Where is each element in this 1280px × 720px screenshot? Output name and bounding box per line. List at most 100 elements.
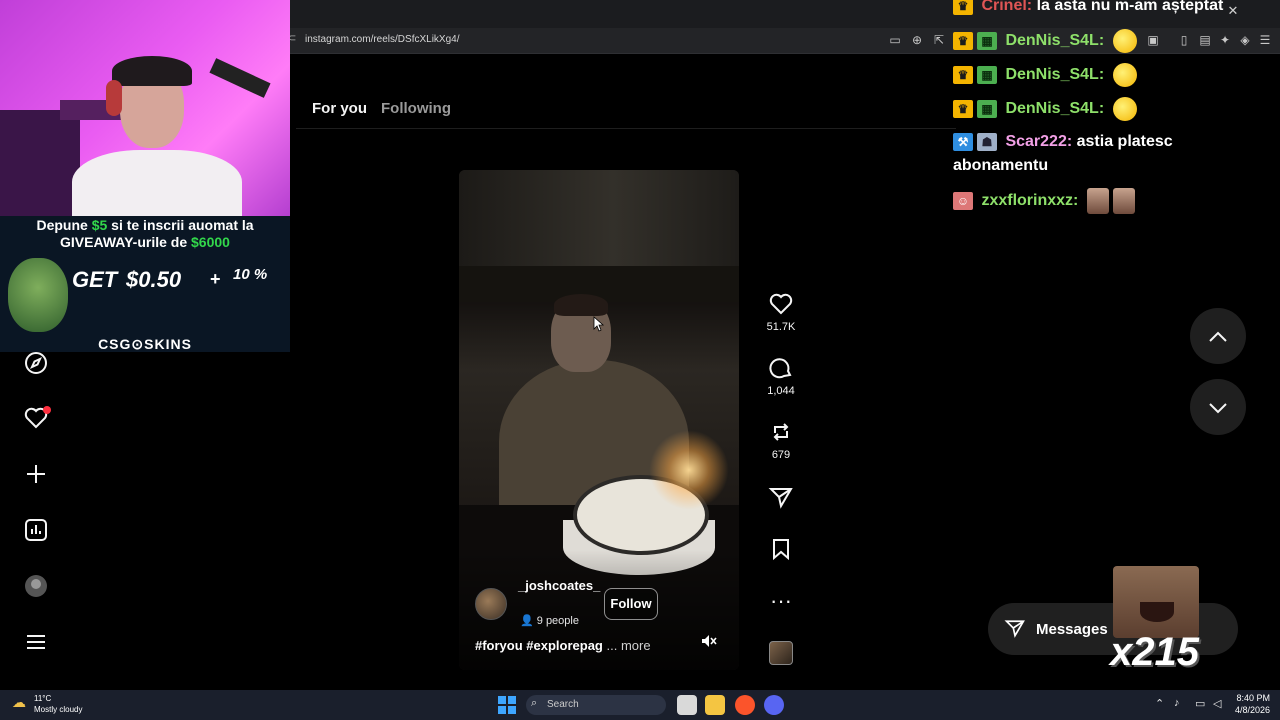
- brave-browser-icon[interactable]: [735, 695, 755, 715]
- muted-speaker-icon[interactable]: [699, 632, 719, 652]
- comment-count: 1,044: [767, 385, 795, 397]
- dashboard-icon[interactable]: [22, 517, 50, 545]
- promo-brand-logo: CSG⊙SKINS: [98, 336, 192, 352]
- more-dots-icon[interactable]: ···: [761, 588, 801, 614]
- reel-user-avatar[interactable]: [475, 588, 507, 620]
- picture-in-picture-icon[interactable]: ▭: [887, 33, 903, 47]
- gift-badge-icon: ▦: [977, 32, 997, 50]
- chevron-down-icon: [1209, 403, 1227, 414]
- follow-button[interactable]: Follow: [604, 588, 658, 620]
- chat-username: DenNis_S4L:: [1005, 32, 1105, 50]
- tab-following[interactable]: Following: [381, 100, 451, 117]
- repost-icon[interactable]: [761, 419, 801, 445]
- screen: ✕ ⊂ instagram.com/reels/DSfcXLikXg4/ ▭ ⊕…: [0, 0, 1280, 720]
- promo-line-2: GIVEAWAY-urile de $6000: [0, 234, 290, 250]
- robot-badge-icon: ☗: [977, 133, 997, 151]
- repost-action[interactable]: 679: [761, 419, 801, 461]
- file-explorer-icon[interactable]: [705, 695, 725, 715]
- reel-caption[interactable]: #foryou #explorepag ... more: [475, 638, 651, 653]
- task-view-icon[interactable]: [677, 695, 697, 715]
- windows-start-icon[interactable]: [498, 696, 516, 714]
- speaker-icon[interactable]: ◁: [1213, 697, 1221, 710]
- emote-combo-counter: x215: [1110, 630, 1199, 674]
- webcam-streamer-cap: [112, 56, 192, 86]
- more-menu-icon[interactable]: [22, 629, 50, 657]
- messages-send-icon[interactable]: [1004, 617, 1026, 645]
- avatar-badge-icon: ☺: [953, 192, 973, 210]
- webcam-streamer-body: [72, 150, 242, 216]
- heart-icon[interactable]: [761, 291, 801, 317]
- chat-text: la asta nu m-am așteptat: [1036, 0, 1224, 15]
- messages-label[interactable]: Messages: [1036, 621, 1108, 638]
- emote-icon: [1112, 97, 1137, 121]
- tray-chevron-icon[interactable]: ⌃: [1155, 697, 1164, 710]
- mouse-cursor-icon: [593, 316, 605, 332]
- chat-username: DenNis_S4L:: [1005, 66, 1105, 84]
- promo-amount: $0.50: [126, 267, 182, 292]
- crown-badge-icon: ♛: [953, 66, 973, 84]
- save-action[interactable]: [761, 536, 801, 562]
- comment-action[interactable]: 1,044: [761, 355, 801, 397]
- caption-more-link[interactable]: ... more: [607, 638, 651, 653]
- like-action[interactable]: 51.7K: [761, 291, 801, 333]
- hammer-badge-icon: ⚒: [953, 133, 973, 151]
- search-icon[interactable]: ⌕: [531, 697, 537, 710]
- repost-count: 679: [771, 449, 791, 461]
- gift-badge-icon: ▦: [977, 66, 997, 84]
- chat-text: astia platesc: [1076, 133, 1173, 151]
- network-icon[interactable]: ▭: [1195, 697, 1205, 710]
- notification-dot: [43, 406, 51, 414]
- previous-reel-button[interactable]: [1190, 308, 1246, 364]
- tab-for-you[interactable]: For you: [312, 100, 367, 117]
- explore-icon[interactable]: [22, 350, 50, 378]
- more-options-action[interactable]: ···: [761, 588, 801, 614]
- tab-divider: [296, 128, 956, 129]
- taskbar-time[interactable]: 8:40 PM: [1232, 693, 1270, 703]
- gift-badge-icon: ▦: [977, 100, 997, 118]
- url-text[interactable]: instagram.com/reels/DSfcXLikXg4/: [305, 34, 460, 45]
- volume-icon[interactable]: ♪: [1174, 697, 1180, 709]
- chat-message: ♛ ▦ DenNis_S4L:: [953, 97, 1137, 121]
- crown-badge-icon: ♛: [953, 0, 973, 15]
- share-icon[interactable]: ⇱: [931, 33, 947, 47]
- discord-icon[interactable]: [764, 695, 784, 715]
- meme-mouth: [1140, 602, 1174, 622]
- chat-message-continued: abonamentu: [953, 157, 1049, 174]
- profile-avatar[interactable]: [22, 573, 50, 601]
- streamer-webcam: [0, 0, 290, 216]
- reel-video[interactable]: _joshcoates_ 👤 9 people Follow #foryou #…: [459, 170, 739, 670]
- chat-message: ♛ Crinel: la asta nu m-am așteptat: [953, 0, 1223, 15]
- next-reel-button[interactable]: [1190, 379, 1246, 435]
- chat-message: ⚒ ☗ Scar222: astia platesc: [953, 133, 1173, 151]
- crown-badge-icon: ♛: [953, 100, 973, 118]
- like-count: 51.7K: [766, 321, 796, 333]
- audio-thumbnail[interactable]: [769, 641, 793, 665]
- weather-temperature[interactable]: 11°C: [34, 694, 51, 703]
- weather-condition[interactable]: Mostly cloudy: [34, 705, 82, 714]
- chat-message: ♛ ▦ DenNis_S4L:: [953, 63, 1137, 87]
- video-candle-glow: [649, 430, 729, 510]
- chevron-up-icon: [1209, 331, 1227, 342]
- taskbar-date[interactable]: 4/8/2026: [1228, 705, 1270, 715]
- taskbar-search-label[interactable]: Search: [547, 699, 579, 710]
- chat-message: ☺ zxxflorinxxz:: [953, 188, 1135, 214]
- create-plus-icon[interactable]: [22, 461, 50, 489]
- weather-cloud-icon[interactable]: ☁: [12, 694, 26, 711]
- promo-line-1: Depune $5 si te inscrii auomat la: [0, 217, 290, 233]
- emote-face-icon: [1086, 188, 1109, 214]
- comment-icon[interactable]: [761, 355, 801, 381]
- share-action[interactable]: [761, 484, 801, 510]
- promo-bonus: 10 %: [233, 266, 268, 283]
- bookmark-icon[interactable]: [761, 536, 801, 562]
- emote-icon: [1112, 63, 1137, 87]
- promo-line-2-amount: $6000: [191, 234, 230, 250]
- promo-get: GET: [72, 267, 118, 292]
- chat-message: ♛ ▦ DenNis_S4L:: [953, 29, 1137, 53]
- webcam-mic-arm: [209, 58, 271, 98]
- zoom-icon[interactable]: ⊕: [909, 33, 925, 47]
- chat-username: Scar222:: [1005, 133, 1073, 151]
- stream-chat-overlay: ♛ Crinel: la asta nu m-am așteptat ♛ ▦ De…: [953, 0, 1280, 215]
- send-icon[interactable]: [761, 484, 801, 510]
- promo-line-1-post: si te inscrii auomat la: [107, 217, 254, 233]
- reel-username[interactable]: _joshcoates_: [518, 578, 602, 594]
